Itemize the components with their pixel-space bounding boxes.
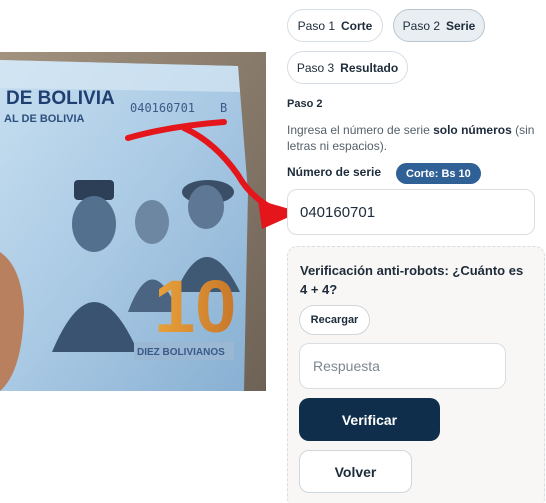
step-tab-3-number: Paso 3 [296, 60, 335, 75]
note-denomination-words: DIEZ BOLIVIANOS [137, 347, 225, 358]
step-tab-3-label: Resultado [340, 60, 399, 75]
note-subheader-text: AL DE BOLIVIA [4, 113, 85, 125]
step-tab-1-number: Paso 1 [297, 18, 335, 33]
step-tab-2[interactable]: Paso 2 Serie [393, 9, 485, 42]
banknote-image: DE BOLIVIA AL DE BOLIVIA 040160701 B 10 … [0, 52, 266, 391]
note-denomination: 10 [154, 265, 236, 348]
note-serial-print: 040160701 [130, 101, 195, 115]
note-serial-letter: B [220, 101, 227, 115]
step-tab-1-label: Corte [341, 18, 373, 33]
serial-field-label: Número de serie [287, 165, 382, 179]
help-text-before: Ingresa el número de serie [287, 123, 434, 137]
captcha-box: Verificación anti-robots: ¿Cuánto es 4 +… [287, 246, 545, 503]
serial-number-input[interactable] [287, 189, 535, 235]
step-tab-1[interactable]: Paso 1 Corte [287, 9, 383, 42]
help-text: Ingresa el número de serie solo números … [287, 122, 545, 154]
captcha-answer-input[interactable] [299, 343, 506, 389]
reload-captcha-button[interactable]: Recargar [299, 305, 370, 335]
serial-step-panel: Paso 1 Corte Paso 2 Serie Paso 3 Resulta… [278, 0, 546, 503]
note-header-text: DE BOLIVIA [6, 88, 115, 109]
step-title: Paso 2 [287, 98, 323, 110]
captcha-question: Verificación anti-robots: ¿Cuánto es 4 +… [300, 263, 524, 297]
back-button[interactable]: Volver [299, 450, 412, 493]
step-tab-2-label: Serie [446, 18, 476, 33]
verify-button[interactable]: Verificar [299, 398, 440, 441]
step-tab-2-number: Paso 2 [402, 18, 440, 33]
banknote-photo: DE BOLIVIA AL DE BOLIVIA 040160701 B 10 … [0, 52, 266, 391]
step-tab-3[interactable]: Paso 3 Resultado [287, 51, 408, 84]
help-text-bold: solo números [433, 123, 512, 137]
denomination-badge: Corte: Bs 10 [396, 163, 481, 184]
